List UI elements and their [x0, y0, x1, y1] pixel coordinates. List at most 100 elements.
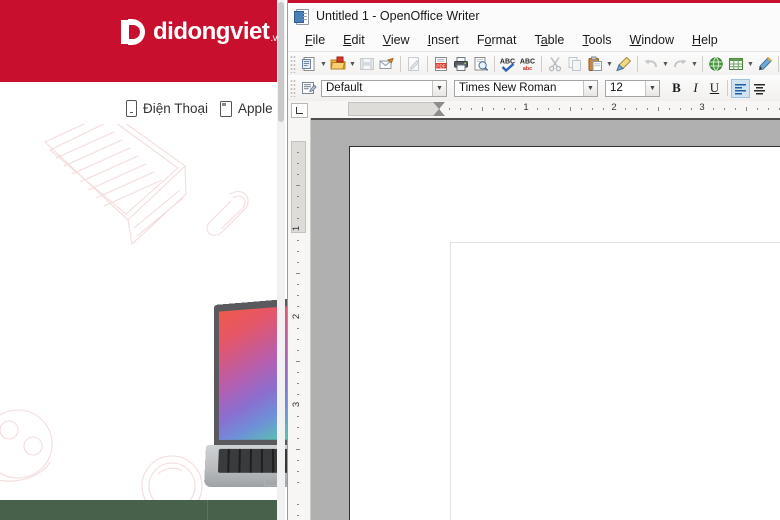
- page-scrollbar[interactable]: [277, 0, 285, 520]
- align-center-button[interactable]: [750, 79, 769, 98]
- menu-table[interactable]: Table: [525, 31, 573, 49]
- ruler-tick: [768, 108, 769, 110]
- text-boundary: [450, 242, 780, 520]
- ruler-tick: [297, 394, 299, 395]
- menu-view[interactable]: View: [374, 31, 419, 49]
- print-preview-button[interactable]: [471, 54, 491, 74]
- ruler-tick: [735, 108, 736, 110]
- insert-hyperlink-button[interactable]: [706, 54, 726, 74]
- toolbar-separator: [494, 56, 495, 72]
- document-page[interactable]: [349, 146, 780, 520]
- ruler-tick: [515, 108, 516, 110]
- ruler-tick: [297, 350, 299, 351]
- save-document-button[interactable]: [357, 54, 377, 74]
- underline-button[interactable]: U: [705, 79, 724, 98]
- ruler-tick: [297, 207, 299, 208]
- open-document-button[interactable]: [328, 54, 348, 74]
- menu-format[interactable]: Format: [468, 31, 526, 49]
- horizontal-ruler-track[interactable]: 1234: [312, 101, 780, 117]
- standard-toolbar: ▼ ▼ PDF ABC ABC abc ▼ ▼ ▼ ▼: [288, 51, 780, 77]
- font-name-combo[interactable]: Times New Roman ▼: [454, 79, 598, 97]
- toolbar-separator: [702, 56, 703, 72]
- insert-table-dropdown[interactable]: ▼: [746, 54, 755, 74]
- ruler-tick: [296, 185, 300, 186]
- ruler-tick: [592, 108, 593, 110]
- menu-file[interactable]: File: [296, 31, 334, 49]
- font-size-combo[interactable]: 12 ▼: [605, 79, 660, 97]
- horizontal-ruler[interactable]: 1234: [288, 101, 780, 119]
- edit-file-button[interactable]: [404, 54, 424, 74]
- bold-button[interactable]: B: [667, 79, 686, 98]
- apply-style-icon[interactable]: [299, 78, 319, 98]
- insert-table-button[interactable]: [726, 54, 746, 74]
- ruler-tick: [297, 240, 299, 241]
- ruler-tick: [625, 108, 626, 110]
- chevron-down-icon[interactable]: ▼: [645, 80, 659, 96]
- menu-edit[interactable]: Edit: [334, 31, 374, 49]
- nav-item-dien-thoai[interactable]: Điện Thoại: [126, 100, 208, 117]
- nav-item-apple[interactable]: Apple i: [220, 100, 279, 117]
- ruler-number: 1: [523, 102, 529, 113]
- chevron-down-icon[interactable]: ▼: [432, 80, 446, 96]
- ruler-tick: [297, 460, 299, 461]
- ruler-tick: [296, 361, 300, 362]
- menu-window[interactable]: Window: [621, 31, 683, 49]
- top-margin-zone: [291, 141, 306, 233]
- align-left-button[interactable]: [731, 78, 750, 98]
- show-draw-functions-button[interactable]: [755, 54, 775, 74]
- svg-text:PDF: PDF: [436, 64, 445, 69]
- ruler-tick: [297, 383, 299, 384]
- italic-button[interactable]: I: [686, 79, 705, 98]
- new-document-button[interactable]: [299, 54, 319, 74]
- ruler-tick: [636, 108, 637, 110]
- print-document-button[interactable]: [451, 54, 471, 74]
- menu-help[interactable]: Help: [683, 31, 727, 49]
- ruler-tick: [537, 108, 538, 110]
- svg-text:ABC: ABC: [520, 59, 535, 66]
- site-logo[interactable]: didongviet.vn: [118, 17, 283, 47]
- copy-button[interactable]: [565, 54, 585, 74]
- clone-formatting-button[interactable]: [614, 54, 634, 74]
- window-title: Untitled 1 - OpenOffice Writer: [316, 9, 480, 23]
- open-document-dropdown[interactable]: ▼: [348, 54, 357, 74]
- ruler-tick: [713, 108, 714, 110]
- indent-markers[interactable]: [433, 102, 446, 116]
- spelling-check-button[interactable]: ABC: [498, 54, 518, 74]
- new-document-dropdown[interactable]: ▼: [319, 54, 328, 74]
- ruler-tick: [570, 107, 571, 111]
- ruler-tick: [658, 107, 659, 111]
- ruler-tick: [680, 108, 681, 110]
- vertical-ruler[interactable]: 1 2 3: [288, 118, 311, 520]
- nav-item-label: Điện Thoại: [143, 101, 209, 116]
- tab-selector-button[interactable]: [291, 103, 308, 118]
- toolbar-grip[interactable]: [290, 55, 296, 73]
- paste-dropdown[interactable]: ▼: [605, 54, 614, 74]
- autospellcheck-button[interactable]: ABC abc: [518, 54, 538, 74]
- ruler-number: 3: [291, 401, 303, 408]
- toolbar-separator: [400, 56, 401, 72]
- paste-button[interactable]: [585, 54, 605, 74]
- document-canvas[interactable]: [311, 118, 780, 520]
- email-document-button[interactable]: [377, 54, 397, 74]
- ruler-tick: [297, 515, 299, 516]
- formatbar-grip[interactable]: [290, 79, 296, 97]
- redo-dropdown[interactable]: ▼: [690, 54, 699, 74]
- menu-insert[interactable]: Insert: [419, 31, 468, 49]
- ruler-number: 1: [291, 225, 303, 232]
- ruler-tick: [504, 108, 505, 110]
- undo-dropdown[interactable]: ▼: [661, 54, 670, 74]
- ruler-tick: [297, 427, 299, 428]
- scrollbar-thumb[interactable]: [278, 2, 284, 122]
- paragraph-style-combo[interactable]: Default ▼: [321, 79, 447, 97]
- ruler-tick: [471, 108, 472, 110]
- chevron-down-icon[interactable]: ▼: [583, 80, 597, 96]
- export-pdf-button[interactable]: PDF: [431, 54, 451, 74]
- ruler-tick: [691, 108, 692, 110]
- site-footer-bar: [0, 500, 284, 520]
- menu-tools[interactable]: Tools: [573, 31, 620, 49]
- undo-button[interactable]: [641, 54, 661, 74]
- redo-button[interactable]: [670, 54, 690, 74]
- ruler-number: 2: [611, 102, 617, 113]
- phone-icon: [126, 100, 137, 117]
- cut-button[interactable]: [545, 54, 565, 74]
